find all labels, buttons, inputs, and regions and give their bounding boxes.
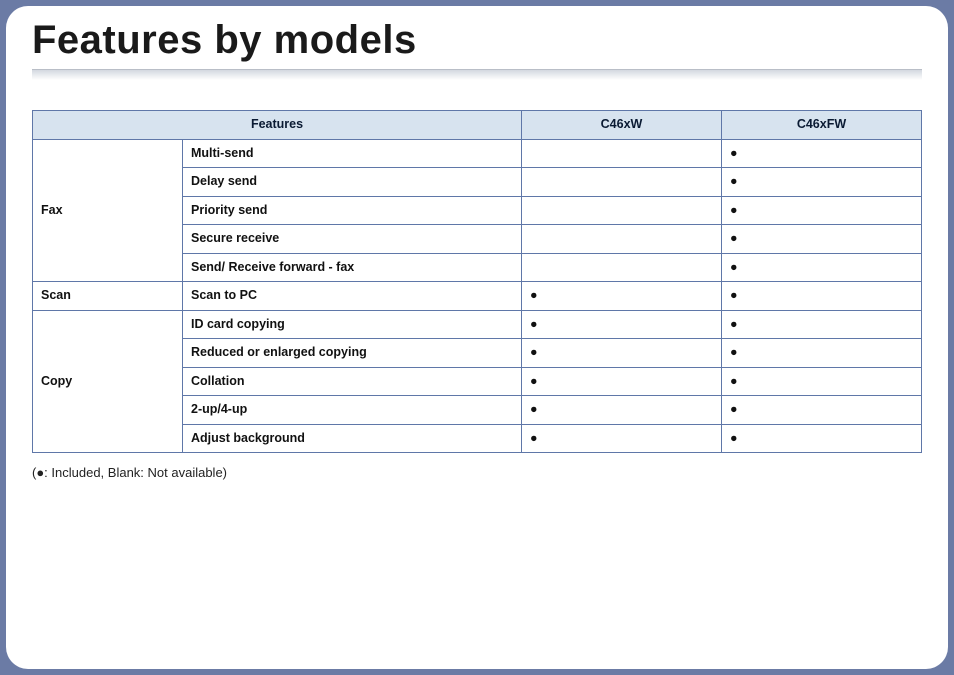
col-header-model2: C46xFW (722, 111, 922, 140)
mark-cell: ● (522, 396, 722, 425)
category-cell: Fax (33, 139, 183, 282)
table-row: Scan Scan to PC ● ● (33, 282, 922, 311)
mark-cell (522, 253, 722, 282)
table-row: Fax Multi-send ● (33, 139, 922, 168)
mark-cell: ● (722, 367, 922, 396)
legend-text: (●: Included, Blank: Not available) (32, 465, 922, 480)
mark-cell: ● (722, 168, 922, 197)
feature-cell: Delay send (183, 168, 522, 197)
page-title: Features by models (32, 18, 922, 63)
mark-cell: ● (522, 339, 722, 368)
mark-cell (522, 168, 722, 197)
mark-cell (522, 139, 722, 168)
mark-cell: ● (722, 339, 922, 368)
mark-cell (522, 225, 722, 254)
feature-cell: Priority send (183, 196, 522, 225)
mark-cell: ● (722, 396, 922, 425)
page-frame: Features by models Features C46xW C46xFW… (0, 0, 954, 675)
mark-cell: ● (722, 139, 922, 168)
mark-cell: ● (722, 282, 922, 311)
table-header-row: Features C46xW C46xFW (33, 111, 922, 140)
mark-cell: ● (522, 367, 722, 396)
mark-cell: ● (722, 225, 922, 254)
mark-cell: ● (522, 282, 722, 311)
content-sheet: Features by models Features C46xW C46xFW… (6, 6, 948, 669)
col-header-model1: C46xW (522, 111, 722, 140)
mark-cell: ● (522, 424, 722, 453)
category-cell: Scan (33, 282, 183, 311)
mark-cell: ● (722, 253, 922, 282)
col-header-features: Features (33, 111, 522, 140)
feature-cell: ID card copying (183, 310, 522, 339)
mark-cell: ● (522, 310, 722, 339)
category-cell: Copy (33, 310, 183, 453)
mark-cell (522, 196, 722, 225)
table-row: Copy ID card copying ● ● (33, 310, 922, 339)
mark-cell: ● (722, 310, 922, 339)
feature-cell: Send/ Receive forward - fax (183, 253, 522, 282)
mark-cell: ● (722, 196, 922, 225)
features-table: Features C46xW C46xFW Fax Multi-send ● D… (32, 110, 922, 453)
feature-cell: Scan to PC (183, 282, 522, 311)
mark-cell: ● (722, 424, 922, 453)
feature-cell: Reduced or enlarged copying (183, 339, 522, 368)
feature-cell: Secure receive (183, 225, 522, 254)
feature-cell: Collation (183, 367, 522, 396)
feature-cell: 2-up/4-up (183, 396, 522, 425)
feature-cell: Multi-send (183, 139, 522, 168)
title-divider (32, 69, 922, 80)
feature-cell: Adjust background (183, 424, 522, 453)
